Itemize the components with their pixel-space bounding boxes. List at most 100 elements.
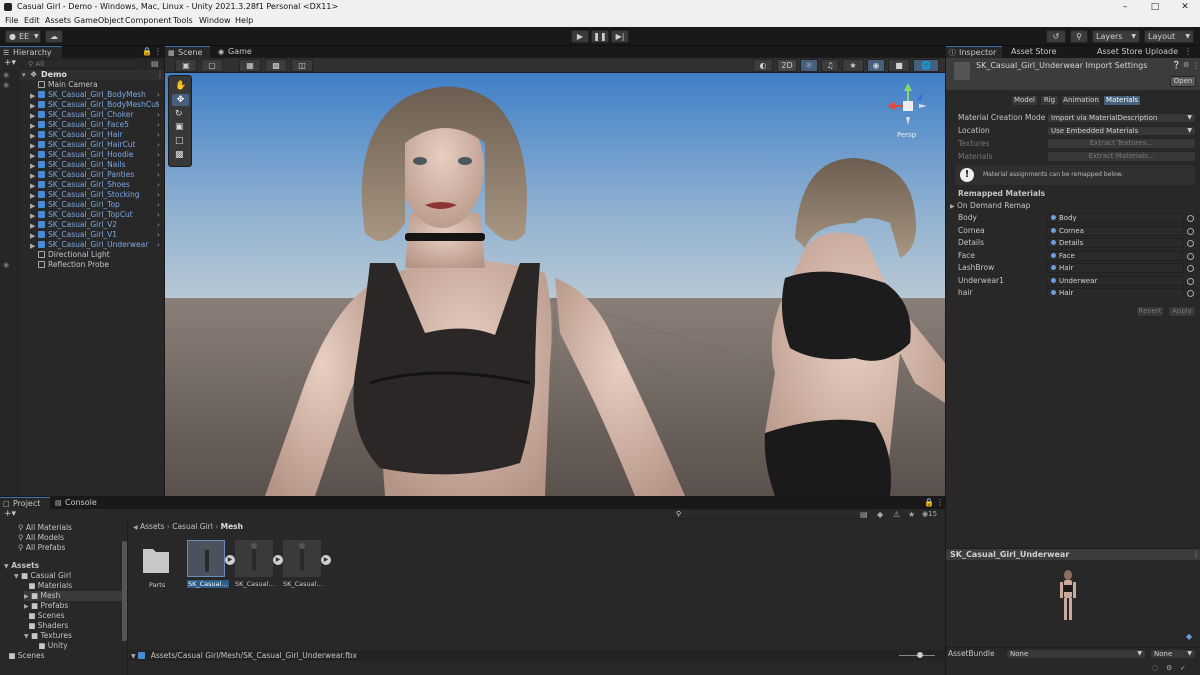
settings-icon[interactable]: ⚙ (1183, 61, 1189, 69)
close-button[interactable]: ✕ (1170, 0, 1200, 14)
menu-file[interactable]: File (5, 14, 18, 27)
material-creation-mode-dropdown[interactable]: Import via MaterialDescription ▼ (1047, 113, 1196, 123)
hierarchy-item[interactable]: ▶ SK_Casual_Girl_Top › (20, 200, 164, 210)
tab-hierarchy[interactable]: ☰ Hierarchy (0, 46, 62, 58)
hierarchy-item[interactable]: ▶ SK_Casual_Girl_TopCut › (20, 210, 164, 220)
menu-tools[interactable]: Tools (173, 14, 193, 27)
foldout-arrow-icon[interactable] (34, 643, 36, 650)
step-button[interactable]: ▶| (611, 30, 629, 43)
search-button[interactable]: ⚲ (1070, 30, 1088, 43)
pause-button[interactable]: ❚❚ (591, 30, 609, 43)
open-prefab-arrow-icon[interactable]: › (157, 110, 160, 120)
breadcrumb-casual-girl[interactable]: Casual Girl (172, 522, 213, 531)
open-prefab-arrow-icon[interactable]: › (157, 180, 160, 190)
effects-dropdown[interactable]: ★ (842, 59, 864, 72)
more-icon[interactable]: ⋮ (154, 47, 162, 56)
material-object-field[interactable]: Details (1047, 238, 1184, 248)
material-object-field[interactable]: Hair (1047, 288, 1184, 298)
foldout-arrow-icon[interactable] (24, 623, 26, 630)
material-object-field[interactable]: Cornea (1047, 225, 1184, 236)
material-object-field[interactable]: Body (1047, 213, 1184, 223)
subtab-materials[interactable]: Materials (1103, 95, 1141, 106)
folder-tree-item[interactable]: ■ Shaders (24, 621, 122, 631)
align-dropdown[interactable]: ◫ (291, 59, 313, 72)
open-prefab-arrow-icon[interactable]: › (157, 190, 160, 200)
scene-row[interactable]: ▾ ❖ Demo ⋮ (20, 70, 164, 80)
hierarchy-item[interactable]: ▶ SK_Casual_Girl_V1 › (20, 230, 164, 240)
hierarchy-item[interactable]: ▶ SK_Casual_Girl_Hoodie › (20, 150, 164, 160)
lock-icon[interactable]: 🔒 (924, 498, 934, 507)
open-prefab-arrow-icon[interactable]: › (157, 120, 160, 130)
camera-dropdown[interactable]: ■ (888, 59, 910, 72)
expand-arrow-icon[interactable]: ▶ (225, 555, 235, 565)
audio-toggle[interactable]: ♫ (821, 59, 839, 72)
rect-tool-icon[interactable]: □ (175, 136, 184, 146)
expand-arrow-icon[interactable]: ▶ (321, 555, 331, 565)
expand-arrow-icon[interactable]: ▶ (273, 555, 283, 565)
open-prefab-arrow-icon[interactable]: › (157, 230, 160, 240)
hierarchy-item[interactable]: ▶ SK_Casual_Girl_BodyMesh › (20, 90, 164, 100)
hierarchy-item[interactable]: Reflection Probe (20, 260, 164, 270)
scene-viewport[interactable]: ✋ ✥ ↻ ▣ □ ▩ Persp (165, 73, 945, 496)
eye-icon[interactable]: ◉ (3, 261, 9, 269)
open-button[interactable]: Open (1170, 76, 1196, 87)
menu-window[interactable]: Window (199, 14, 231, 27)
hierarchy-item[interactable]: ▶ SK_Casual_Girl_Choker › (20, 110, 164, 120)
material-object-field[interactable]: Hair (1047, 263, 1184, 273)
folder-tree-item[interactable]: ■ Unity (34, 641, 122, 651)
foldout-arrow-icon[interactable] (24, 613, 26, 620)
open-prefab-arrow-icon[interactable]: › (157, 220, 160, 230)
open-prefab-arrow-icon[interactable]: › (157, 200, 160, 210)
cloud-button[interactable]: ☁ (45, 30, 63, 43)
assets-root[interactable]: ▼ Assets (4, 561, 39, 571)
open-prefab-arrow-icon[interactable]: › (157, 240, 160, 250)
hierarchy-item[interactable]: ▶ SK_Casual_Girl_Stocking › (20, 190, 164, 200)
history-button[interactable]: ↺ (1046, 30, 1066, 43)
gizmos-dropdown[interactable]: 🌐 (913, 59, 939, 72)
folder-tree-item[interactable]: ▶ ■ Mesh (24, 591, 122, 601)
foldout-arrow-icon[interactable]: ▼ (14, 573, 19, 580)
filter-icon[interactable]: ▤ (151, 59, 159, 68)
object-picker-icon[interactable] (1187, 277, 1194, 285)
model-preview[interactable]: ◆ (946, 560, 1200, 644)
scene-camera-dropdown[interactable]: ◐ (753, 59, 773, 72)
transform-tool-icon[interactable]: ▩ (175, 150, 184, 160)
apply-button[interactable]: Apply (1168, 306, 1196, 317)
grid-snap-dropdown[interactable]: ▦ (239, 59, 261, 72)
folder-tree-item[interactable]: ▼ ■ Casual Girl (14, 571, 122, 581)
rotate-tool-icon[interactable]: ↻ (175, 109, 183, 119)
tab-inspector[interactable]: ⓘ Inspector (946, 46, 1002, 58)
projection-label[interactable]: Persp (897, 131, 916, 139)
asset-item-mesh-3[interactable]: ▶ SK_Casual... (283, 540, 331, 592)
extract-textures-button[interactable]: Extract Textures... (1047, 138, 1196, 149)
object-picker-icon[interactable] (1187, 215, 1194, 222)
hierarchy-item[interactable]: Main Camera (20, 80, 164, 90)
toggle-2d-button[interactable]: 2D (777, 59, 797, 72)
favorite-item[interactable]: ⚲ All Prefabs (18, 543, 65, 553)
foldout-arrow-icon[interactable] (24, 583, 26, 590)
search-by-type-icon[interactable]: ▤ (860, 510, 868, 519)
favorite-item[interactable]: ⚲ All Materials (18, 523, 72, 533)
help-icon[interactable]: ❔ (1172, 61, 1181, 69)
more-icon[interactable]: ⋮ (1184, 47, 1192, 56)
debug-icon[interactable]: ⚙ (1166, 664, 1172, 672)
minimize-button[interactable]: – (1110, 0, 1140, 14)
project-search-input[interactable]: ⚲ (672, 509, 870, 519)
extract-materials-button[interactable]: Extract Materials... (1047, 151, 1196, 162)
hierarchy-item[interactable]: ▶ SK_Casual_Girl_Face5 › (20, 120, 164, 130)
subtab-model[interactable]: Model (1011, 95, 1038, 106)
folder-tree-item[interactable]: ■ Scenes (24, 611, 122, 621)
draw-mode-dropdown[interactable]: ▣ (175, 59, 197, 72)
tab-project[interactable]: □ Project (0, 497, 50, 509)
more-icon[interactable]: ⋮ (936, 498, 944, 507)
lock-icon[interactable]: 🔒 (142, 47, 152, 56)
hierarchy-item[interactable]: ▶ SK_Casual_Girl_Hair › (20, 130, 164, 140)
folder-tree-item[interactable]: ▶ ■ Prefabs (24, 601, 122, 611)
menu-gameobject[interactable]: GameObject (74, 14, 124, 27)
check-icon[interactable]: ✓ (1180, 664, 1186, 672)
foldout-arrow-icon[interactable]: ▼ (24, 633, 29, 640)
material-object-field[interactable]: Face (1047, 250, 1184, 261)
object-picker-icon[interactable] (1187, 240, 1194, 247)
foldout-arrow-icon[interactable] (4, 653, 6, 660)
hierarchy-item[interactable]: ▶ SK_Casual_Girl_Shoes › (20, 180, 164, 190)
